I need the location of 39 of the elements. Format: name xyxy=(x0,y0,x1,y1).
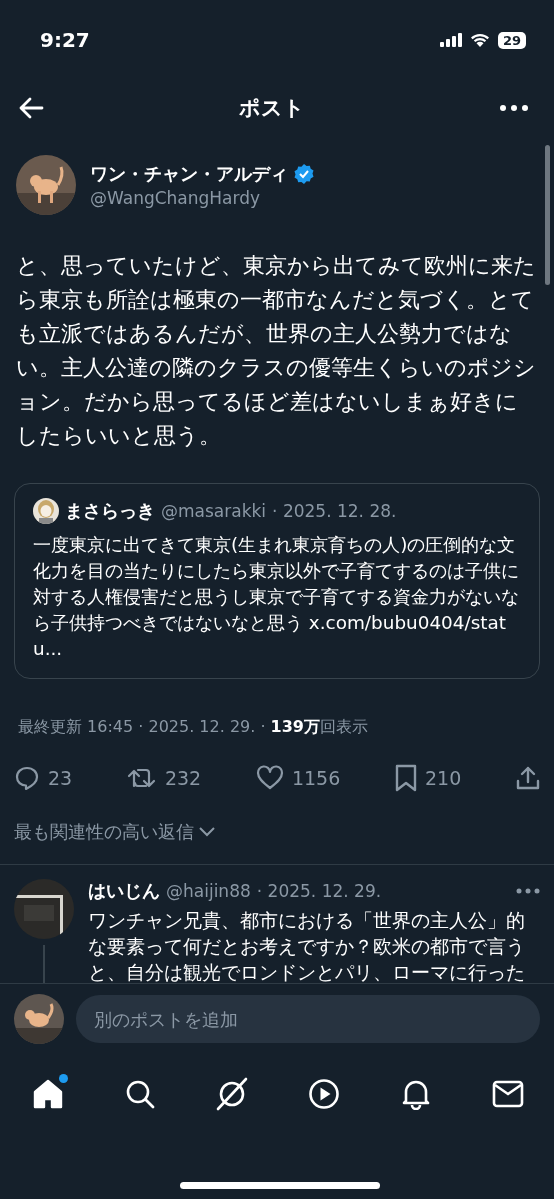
heart-icon[interactable] xyxy=(255,765,284,791)
add-post-field[interactable]: 別のポストを追加 xyxy=(76,995,540,1043)
reply-author-handle[interactable]: @haijin88 xyxy=(166,881,251,901)
action-count: 1156 xyxy=(291,767,341,789)
reply-date: · 2025. 12. 29. xyxy=(256,881,382,901)
home-icon[interactable] xyxy=(32,1078,64,1110)
page-title: ポスト xyxy=(239,94,305,122)
battery-level: 29 xyxy=(497,31,526,49)
comment-icon[interactable] xyxy=(14,765,40,791)
quoted-post-text: 一度東京に出てきて東京(生まれ東京育ちの人)の圧倒的な文化力を目の当たりにしたら東京以外で子育てするのは子供に対する人権侵害だと思うし東京で子育てする資金力がないなら子供持つべきではないなと思う x.com/bubu0404/statu... xyxy=(33,533,520,661)
more-icon[interactable] xyxy=(500,104,528,111)
play-icon[interactable] xyxy=(308,1078,340,1110)
reply-sort-label[interactable]: 最も関連性の高い返信 xyxy=(14,820,194,844)
repost-icon[interactable] xyxy=(126,766,157,790)
signal-icon xyxy=(439,33,462,47)
reply-author-name[interactable]: はいじん xyxy=(88,879,160,903)
quoted-post-card[interactable]: まさらっき @masarakki · 2025. 12. 28. 一度東京に出てきて東京(生まれ東京育ちの人)の圧倒的な文化力を目の当たりにしたら東京以外で子育てするのは子供に対する人権侵害だと思うし東京で子育てする資金力がないなら子供持つべきではないなと思う x.com/bubu0404/statu... xyxy=(14,483,540,679)
back-arrow-icon[interactable] xyxy=(18,96,44,119)
more-icon[interactable] xyxy=(516,888,540,894)
action-count: 23 xyxy=(48,767,73,789)
status-time: 9:27 xyxy=(40,28,90,52)
wifi-icon xyxy=(469,33,490,47)
search-icon[interactable] xyxy=(124,1078,156,1110)
quoted-post-date: · 2025. 12. 28. xyxy=(272,501,397,521)
reply-text: ワンチャン兄貴、都市における「世界の主人公」的な要素って何だとお考えですか？欧米の都市で言うと、自分は観光でロンドンとパリ、ローマに行った xyxy=(88,908,526,983)
post-meta: 最終更新 16:45 · 2025. 12. 29. · 139万回表示 xyxy=(18,717,369,738)
quoted-author-name: まさらっき xyxy=(65,499,155,523)
mail-icon[interactable] xyxy=(492,1080,524,1108)
share-icon[interactable] xyxy=(515,765,540,791)
post-text: と、思っていたけど、東京から出てみて欧州に来たら東京も所詮は極東の一都市なんだと気づく。とても立派ではあるんだが、世界の主人公勢力ではない。主人公達の隣のクラスの優等生くらいのポジション。だから思ってるほど差はないしまぁ好きにしたらいいと思う。 xyxy=(16,252,537,450)
action-count: 232 xyxy=(164,767,202,789)
chevron-down-icon[interactable] xyxy=(198,826,216,838)
author-name[interactable]: ワン・チャン・アルディ xyxy=(90,162,288,186)
author-handle[interactable]: @WangChangHardy xyxy=(90,188,314,208)
action-count: 210 xyxy=(424,767,462,789)
bookmark-icon[interactable] xyxy=(394,764,417,792)
quoted-author-handle: @masarakki xyxy=(161,501,267,521)
slashed-circle-icon[interactable] xyxy=(214,1076,250,1112)
bell-icon[interactable] xyxy=(401,1078,431,1110)
